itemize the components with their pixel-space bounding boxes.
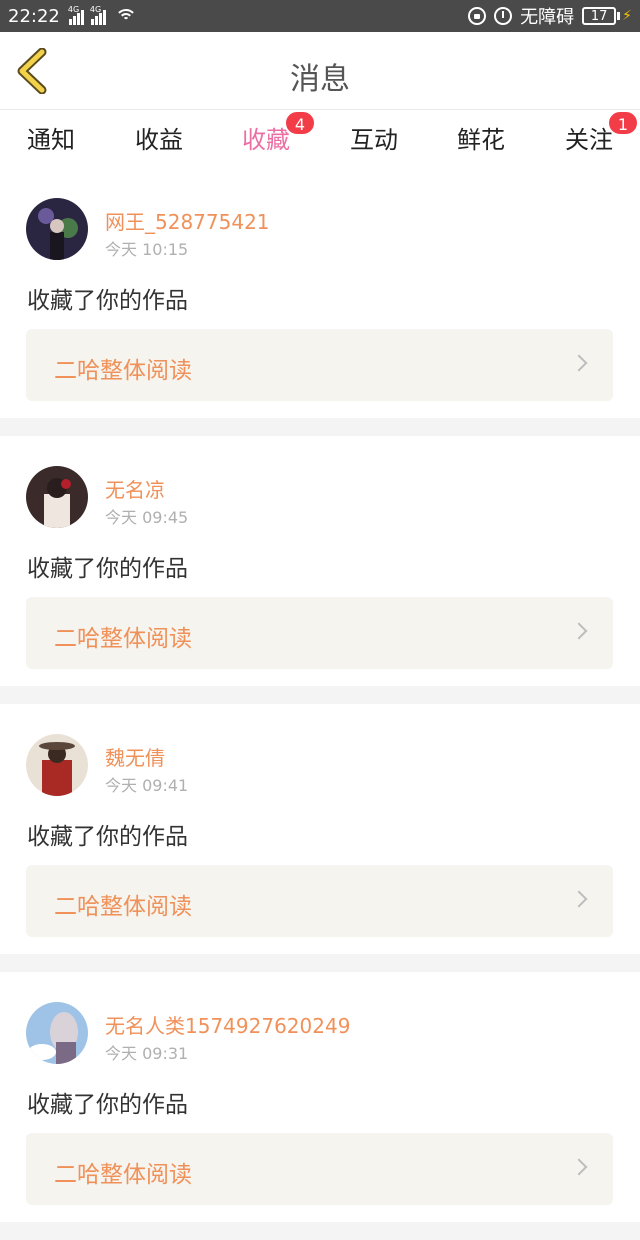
tab-flowers[interactable]: 鲜花	[441, 120, 521, 155]
avatar[interactable]	[26, 198, 88, 260]
timestamp: 今天 09:41	[105, 776, 189, 795]
avatar[interactable]	[26, 1002, 88, 1064]
work-title: 二哈整体阅读	[54, 358, 192, 384]
work-title: 二哈整体阅读	[54, 1162, 192, 1188]
signal-icon-2: 4G	[90, 5, 106, 25]
alarm-icon	[494, 7, 513, 25]
work-title: 二哈整体阅读	[54, 894, 192, 920]
page-title: 消息	[290, 62, 350, 97]
tab-notice[interactable]: 通知	[11, 120, 91, 155]
battery-icon: 17 ⚡	[582, 7, 632, 25]
tab-interaction[interactable]: 互动	[334, 120, 414, 155]
action-text: 收藏了你的作品	[27, 1092, 188, 1118]
timestamp: 今天 09:31	[105, 1044, 189, 1063]
work-link[interactable]: 二哈整体阅读	[26, 865, 613, 937]
timestamp: 今天 09:45	[105, 508, 189, 527]
work-link[interactable]: 二哈整体阅读	[26, 1133, 613, 1205]
username[interactable]: 无名凉	[105, 474, 165, 503]
status-time: 22:22	[8, 5, 60, 27]
charging-icon: ⚡	[622, 8, 632, 24]
action-text: 收藏了你的作品	[27, 556, 188, 582]
battery-level: 17	[582, 7, 617, 25]
tab-label: 收益	[135, 126, 183, 154]
list-item: 魏无倩 今天 09:41 收藏了你的作品 二哈整体阅读	[0, 704, 640, 954]
list-item: 网王_528775421 今天 10:15 收藏了你的作品 二哈整体阅读	[0, 168, 640, 418]
tab-label: 互动	[350, 126, 398, 154]
app-header: 消息	[0, 32, 640, 110]
message-list: 网王_528775421 今天 10:15 收藏了你的作品 二哈整体阅读 无名凉…	[0, 168, 640, 1240]
username[interactable]: 魏无倩	[105, 742, 165, 771]
username[interactable]: 无名人类1574927620249	[105, 1010, 350, 1039]
chevron-right-icon	[570, 1158, 588, 1176]
accessibility-label: 无障碍	[520, 7, 575, 28]
chevron-right-icon	[570, 354, 588, 372]
tab-label: 收藏	[242, 126, 290, 154]
lock-icon	[468, 7, 487, 25]
badge-count: 4	[284, 110, 316, 136]
tab-income[interactable]: 收益	[119, 120, 199, 155]
work-link[interactable]: 二哈整体阅读	[26, 597, 613, 669]
username[interactable]: 网王_528775421	[105, 206, 270, 235]
badge-count: 1	[607, 110, 639, 136]
avatar[interactable]	[26, 734, 88, 796]
work-title: 二哈整体阅读	[54, 626, 192, 652]
list-item: 无名人类1574927620249 今天 09:31 收藏了你的作品 二哈整体阅…	[0, 972, 640, 1222]
wifi-icon	[114, 7, 138, 25]
tab-bar: 通知 收益 收藏 4 互动 鲜花 关注 1	[0, 110, 640, 173]
chevron-right-icon	[570, 890, 588, 908]
action-text: 收藏了你的作品	[27, 288, 188, 314]
tab-label: 通知	[27, 126, 75, 154]
tab-label: 鲜花	[457, 126, 505, 154]
list-item: 无名凉 今天 09:45 收藏了你的作品 二哈整体阅读	[0, 436, 640, 686]
tab-label: 关注	[565, 126, 613, 154]
tab-favorites[interactable]: 收藏 4	[226, 110, 316, 173]
tab-follow[interactable]: 关注 1	[549, 110, 639, 155]
signal-icon: 4G	[68, 5, 84, 25]
avatar[interactable]	[26, 466, 88, 528]
work-link[interactable]: 二哈整体阅读	[26, 329, 613, 401]
timestamp: 今天 10:15	[105, 240, 189, 259]
chevron-right-icon	[570, 622, 588, 640]
action-text: 收藏了你的作品	[27, 824, 188, 850]
status-bar: 22:22 4G 4G 无障碍 17 ⚡	[0, 0, 640, 32]
